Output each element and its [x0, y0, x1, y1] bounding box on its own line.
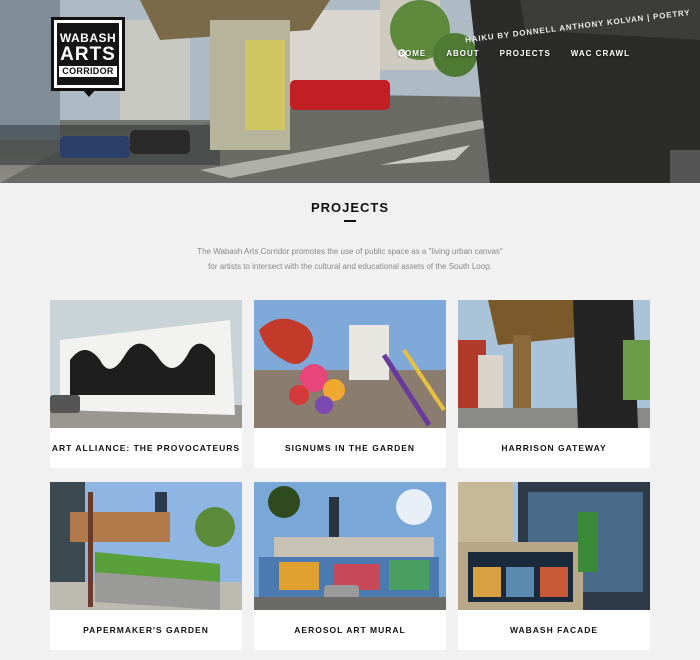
logo-line-3: CORRIDOR — [59, 65, 117, 77]
page-title: PROJECTS — [310, 200, 390, 215]
project-card-wabash-facade[interactable]: WABASH FACADE — [458, 482, 650, 650]
project-thumbnail[interactable] — [50, 482, 242, 610]
magnifier-glyph — [398, 49, 408, 59]
project-card-art-alliance[interactable]: ART ALLIANCE: THE PROVOCATEURS — [50, 300, 242, 468]
project-title[interactable]: SIGNUMS IN THE GARDEN — [254, 428, 446, 468]
project-title[interactable]: HARRISON GATEWAY — [458, 428, 650, 468]
project-thumbnail[interactable] — [50, 300, 242, 428]
project-card-harrison-gateway[interactable]: HARRISON GATEWAY — [458, 300, 650, 468]
project-card-signums[interactable]: SIGNUMS IN THE GARDEN — [254, 300, 446, 468]
nav-about[interactable]: ABOUT — [446, 49, 479, 58]
mural-wall-image — [254, 482, 446, 610]
project-title[interactable]: AEROSOL ART MURAL — [254, 610, 446, 650]
project-card-aerosol-art-mural[interactable]: AEROSOL ART MURAL — [254, 482, 446, 650]
logo-line-2: ARTS — [60, 43, 116, 65]
project-thumbnail[interactable] — [254, 300, 446, 428]
intro-line-2: for artists to intersect with the cultur… — [208, 262, 492, 271]
project-thumbnail[interactable] — [458, 300, 650, 428]
logo-mark: WABASH ARTS CORRIDOR — [57, 23, 119, 85]
garden-image — [50, 482, 242, 610]
hero-banner: WABASH ARTS CORRIDOR HAIKU BY DONNELL AN… — [0, 0, 700, 183]
mural-image — [50, 300, 242, 428]
main-nav: HOME ABOUT PROJECTS WAC CRAWL — [398, 49, 650, 59]
nav-wac-crawl[interactable]: WAC CRAWL — [571, 49, 630, 58]
project-thumbnail[interactable] — [254, 482, 446, 610]
project-title[interactable]: ART ALLIANCE: THE PROVOCATEURS — [50, 428, 242, 468]
logo-line-1: WABASH — [59, 30, 117, 45]
intro-text: The Wabash Arts Corridor promotes the us… — [150, 244, 550, 274]
project-title[interactable]: PAPERMAKER'S GARDEN — [50, 610, 242, 650]
logo-pointer — [82, 89, 96, 97]
project-thumbnail[interactable] — [458, 482, 650, 610]
intro-line-1: The Wabash Arts Corridor promotes the us… — [197, 247, 503, 256]
title-divider — [344, 220, 356, 222]
gateway-image — [458, 300, 650, 428]
nav-projects[interactable]: PROJECTS — [500, 49, 551, 58]
project-card-papermakers-garden[interactable]: PAPERMAKER'S GARDEN — [50, 482, 242, 650]
project-title[interactable]: WABASH FACADE — [458, 610, 650, 650]
sculpture-image — [254, 300, 446, 428]
site-logo[interactable]: WABASH ARTS CORRIDOR — [51, 17, 125, 97]
facade-image — [458, 482, 650, 610]
